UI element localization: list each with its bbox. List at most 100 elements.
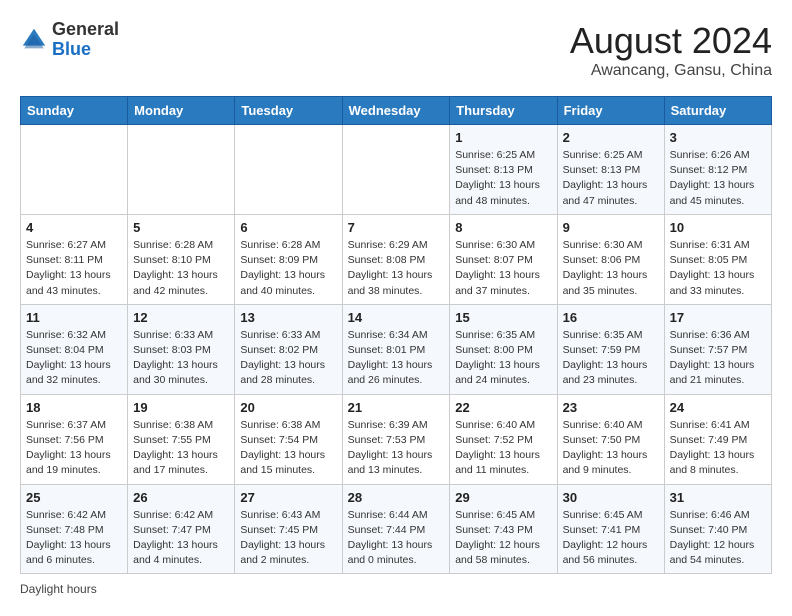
day-number: 9 (563, 220, 659, 235)
calendar-week-row: 25 Sunrise: 6:42 AMSunset: 7:48 PMDayligh… (21, 484, 772, 574)
calendar-table: SundayMondayTuesdayWednesdayThursdayFrid… (20, 96, 772, 574)
calendar-cell: 17 Sunrise: 6:36 AMSunset: 7:57 PMDayligh… (664, 304, 771, 394)
day-number: 31 (670, 490, 766, 505)
day-number: 17 (670, 310, 766, 325)
calendar-cell: 4 Sunrise: 6:27 AMSunset: 8:11 PMDaylight… (21, 214, 128, 304)
day-info: Sunrise: 6:33 AMSunset: 8:02 PMDaylight:… (240, 328, 336, 389)
day-info: Sunrise: 6:36 AMSunset: 7:57 PMDaylight:… (670, 328, 766, 389)
day-info: Sunrise: 6:45 AMSunset: 7:41 PMDaylight:… (563, 508, 659, 569)
logo-text: General Blue (52, 20, 119, 60)
calendar-cell (235, 125, 342, 215)
day-number: 10 (670, 220, 766, 235)
calendar-cell: 1 Sunrise: 6:25 AMSunset: 8:13 PMDaylight… (450, 125, 557, 215)
day-number: 15 (455, 310, 551, 325)
calendar-cell: 23 Sunrise: 6:40 AMSunset: 7:50 PMDayligh… (557, 394, 664, 484)
calendar-cell (21, 125, 128, 215)
calendar-cell: 25 Sunrise: 6:42 AMSunset: 7:48 PMDayligh… (21, 484, 128, 574)
day-number: 21 (348, 400, 445, 415)
calendar-cell: 8 Sunrise: 6:30 AMSunset: 8:07 PMDaylight… (450, 214, 557, 304)
day-number: 1 (455, 130, 551, 145)
day-info: Sunrise: 6:32 AMSunset: 8:04 PMDaylight:… (26, 328, 122, 389)
weekday-header-sunday: Sunday (21, 97, 128, 125)
weekday-header-tuesday: Tuesday (235, 97, 342, 125)
logo: General Blue (20, 20, 119, 60)
day-info: Sunrise: 6:35 AMSunset: 8:00 PMDaylight:… (455, 328, 551, 389)
weekday-header-saturday: Saturday (664, 97, 771, 125)
day-info: Sunrise: 6:25 AMSunset: 8:13 PMDaylight:… (563, 148, 659, 209)
day-number: 2 (563, 130, 659, 145)
day-info: Sunrise: 6:28 AMSunset: 8:10 PMDaylight:… (133, 238, 229, 299)
day-info: Sunrise: 6:38 AMSunset: 7:54 PMDaylight:… (240, 418, 336, 479)
calendar-cell: 2 Sunrise: 6:25 AMSunset: 8:13 PMDaylight… (557, 125, 664, 215)
calendar-cell: 13Sunrise: 6:33 AMSunset: 8:02 PMDayligh… (235, 304, 342, 394)
day-info: Sunrise: 6:30 AMSunset: 8:07 PMDaylight:… (455, 238, 551, 299)
day-number: 8 (455, 220, 551, 235)
day-info: Sunrise: 6:42 AMSunset: 7:48 PMDaylight:… (26, 508, 122, 569)
day-info: Sunrise: 6:46 AMSunset: 7:40 PMDaylight:… (670, 508, 766, 569)
calendar-cell: 20 Sunrise: 6:38 AMSunset: 7:54 PMDayligh… (235, 394, 342, 484)
day-info: Sunrise: 6:39 AMSunset: 7:53 PMDaylight:… (348, 418, 445, 479)
day-number: 23 (563, 400, 659, 415)
day-number: 14 (348, 310, 445, 325)
calendar-cell: 22Sunrise: 6:40 AMSunset: 7:52 PMDayligh… (450, 394, 557, 484)
calendar-cell: 14Sunrise: 6:34 AMSunset: 8:01 PMDayligh… (342, 304, 450, 394)
day-info: Sunrise: 6:28 AMSunset: 8:09 PMDaylight:… (240, 238, 336, 299)
calendar-cell: 9Sunrise: 6:30 AMSunset: 8:06 PMDaylight… (557, 214, 664, 304)
calendar-cell: 19Sunrise: 6:38 AMSunset: 7:55 PMDayligh… (128, 394, 235, 484)
day-info: Sunrise: 6:41 AMSunset: 7:49 PMDaylight:… (670, 418, 766, 479)
calendar-cell: 24Sunrise: 6:41 AMSunset: 7:49 PMDayligh… (664, 394, 771, 484)
day-info: Sunrise: 6:31 AMSunset: 8:05 PMDaylight:… (670, 238, 766, 299)
calendar-cell: 29 Sunrise: 6:45 AMSunset: 7:43 PMDayligh… (450, 484, 557, 574)
day-info: Sunrise: 6:37 AMSunset: 7:56 PMDaylight:… (26, 418, 122, 479)
calendar-cell: 5 Sunrise: 6:28 AMSunset: 8:10 PMDaylight… (128, 214, 235, 304)
day-number: 11 (26, 310, 122, 325)
day-number: 16 (563, 310, 659, 325)
calendar-cell: 27 Sunrise: 6:43 AMSunset: 7:45 PMDayligh… (235, 484, 342, 574)
location-subtitle: Awancang, Gansu, China (570, 62, 772, 80)
day-number: 28 (348, 490, 445, 505)
day-number: 26 (133, 490, 229, 505)
day-number: 30 (563, 490, 659, 505)
day-number: 12 (133, 310, 229, 325)
title-block: August 2024 Awancang, Gansu, China (570, 20, 772, 80)
day-info: Sunrise: 6:26 AMSunset: 8:12 PMDaylight:… (670, 148, 766, 209)
day-info: Sunrise: 6:45 AMSunset: 7:43 PMDaylight:… (455, 508, 551, 569)
calendar-week-row: 11 Sunrise: 6:32 AMSunset: 8:04 PMDayligh… (21, 304, 772, 394)
day-number: 4 (26, 220, 122, 235)
day-info: Sunrise: 6:43 AMSunset: 7:45 PMDaylight:… (240, 508, 336, 569)
day-number: 25 (26, 490, 122, 505)
day-info: Sunrise: 6:27 AMSunset: 8:11 PMDaylight:… (26, 238, 122, 299)
calendar-cell: 28 Sunrise: 6:44 AMSunset: 7:44 PMDayligh… (342, 484, 450, 574)
day-number: 3 (670, 130, 766, 145)
day-number: 27 (240, 490, 336, 505)
calendar-cell: 26 Sunrise: 6:42 AMSunset: 7:47 PMDayligh… (128, 484, 235, 574)
day-info: Sunrise: 6:29 AMSunset: 8:08 PMDaylight:… (348, 238, 445, 299)
calendar-cell: 7Sunrise: 6:29 AMSunset: 8:08 PMDaylight… (342, 214, 450, 304)
calendar-week-row: 18Sunrise: 6:37 AMSunset: 7:56 PMDayligh… (21, 394, 772, 484)
day-number: 6 (240, 220, 336, 235)
logo-icon (20, 26, 48, 54)
day-info: Sunrise: 6:42 AMSunset: 7:47 PMDaylight:… (133, 508, 229, 569)
month-year-title: August 2024 (570, 20, 772, 62)
calendar-cell: 6 Sunrise: 6:28 AMSunset: 8:09 PMDaylight… (235, 214, 342, 304)
day-number: 19 (133, 400, 229, 415)
weekday-header-row: SundayMondayTuesdayWednesdayThursdayFrid… (21, 97, 772, 125)
day-info: Sunrise: 6:33 AMSunset: 8:03 PMDaylight:… (133, 328, 229, 389)
day-number: 5 (133, 220, 229, 235)
calendar-cell: 16Sunrise: 6:35 AMSunset: 7:59 PMDayligh… (557, 304, 664, 394)
calendar-cell: 30 Sunrise: 6:45 AMSunset: 7:41 PMDayligh… (557, 484, 664, 574)
calendar-cell: 12 Sunrise: 6:33 AMSunset: 8:03 PMDayligh… (128, 304, 235, 394)
footer-note: Daylight hours (20, 582, 772, 596)
day-info: Sunrise: 6:25 AMSunset: 8:13 PMDaylight:… (455, 148, 551, 209)
calendar-cell: 15 Sunrise: 6:35 AMSunset: 8:00 PMDayligh… (450, 304, 557, 394)
day-info: Sunrise: 6:40 AMSunset: 7:50 PMDaylight:… (563, 418, 659, 479)
calendar-cell: 11 Sunrise: 6:32 AMSunset: 8:04 PMDayligh… (21, 304, 128, 394)
day-info: Sunrise: 6:44 AMSunset: 7:44 PMDaylight:… (348, 508, 445, 569)
calendar-cell: 3 Sunrise: 6:26 AMSunset: 8:12 PMDaylight… (664, 125, 771, 215)
day-number: 20 (240, 400, 336, 415)
calendar-cell (342, 125, 450, 215)
weekday-header-monday: Monday (128, 97, 235, 125)
day-number: 22 (455, 400, 551, 415)
day-number: 29 (455, 490, 551, 505)
weekday-header-thursday: Thursday (450, 97, 557, 125)
